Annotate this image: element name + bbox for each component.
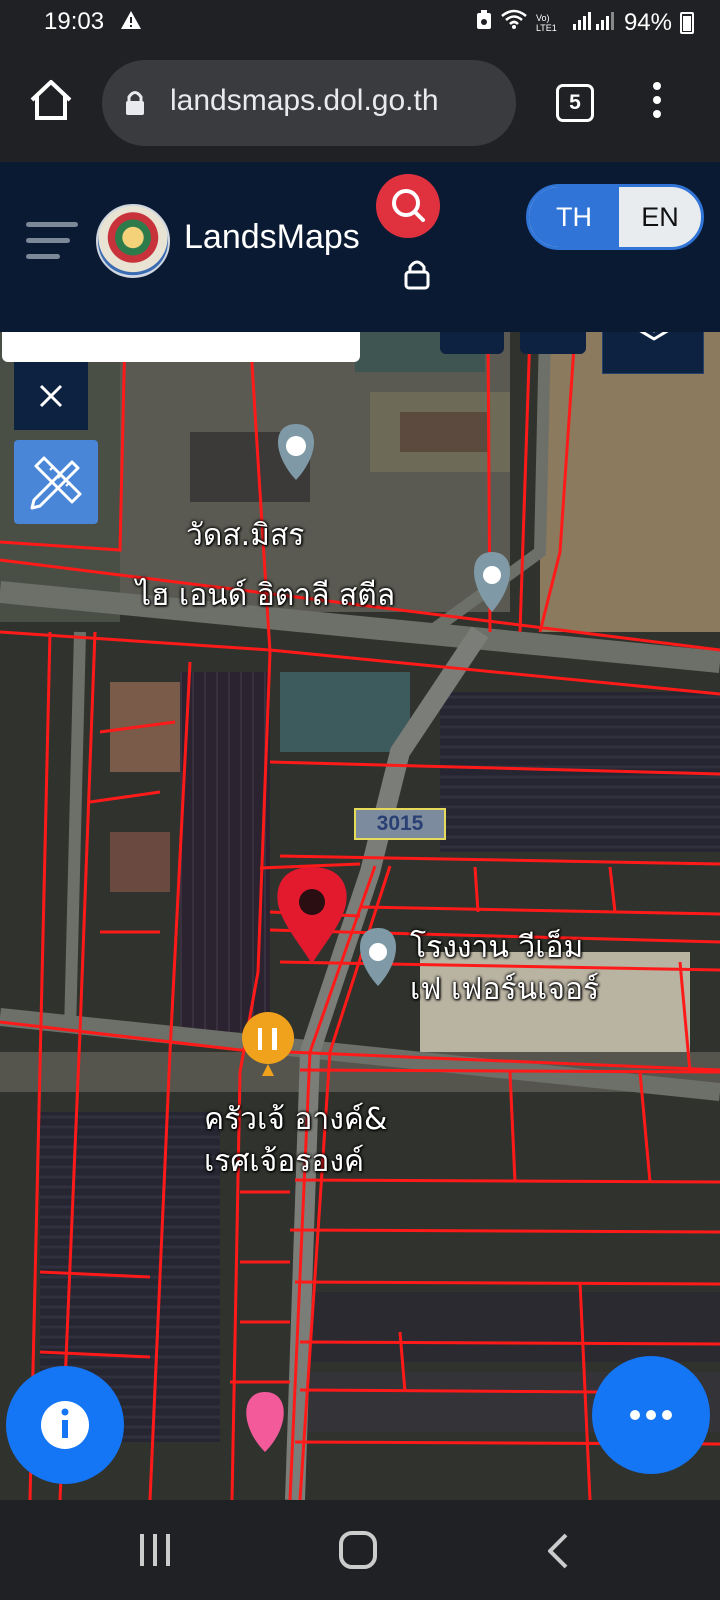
steel-company-label: ไฮ เอนด์ อิตาลี สตีล <box>136 578 396 613</box>
wifi-icon <box>500 8 528 37</box>
lang-th-option[interactable]: TH <box>529 187 619 247</box>
address-bar[interactable]: landsmaps.dol.go.th <box>102 60 516 146</box>
route-number-badge: 3015 <box>354 808 446 840</box>
lock-button[interactable] <box>402 258 432 294</box>
lock-icon <box>124 90 146 120</box>
layers-icon <box>639 332 669 341</box>
temple-label: วัดส.มิสร <box>186 518 305 553</box>
home-nav-button[interactable] <box>338 1530 378 1574</box>
battery-percent: 94% <box>623 8 672 36</box>
search-button[interactable] <box>376 174 440 238</box>
browser-toolbar: landsmaps.dol.go.th 5 <box>0 46 720 162</box>
hamburger-icon[interactable] <box>26 222 78 262</box>
back-button[interactable] <box>546 1532 570 1574</box>
search-icon <box>392 189 425 222</box>
network-label: Vo) LTE1 <box>535 12 557 33</box>
factory-label-line1: โรงงาน วีเอ็ม <box>410 930 584 965</box>
map-tool-button[interactable] <box>520 332 586 354</box>
brand-title: LandsMaps <box>184 218 360 256</box>
tab-switcher-button[interactable]: 5 <box>556 84 594 122</box>
warning-icon <box>120 10 142 35</box>
pencil-ruler-icon <box>30 456 82 510</box>
more-vert-icon[interactable] <box>650 82 664 126</box>
status-time: 19:03 <box>44 8 105 35</box>
battery-icon <box>680 11 694 34</box>
info-button[interactable] <box>6 1366 124 1484</box>
alarm-icon <box>476 9 492 37</box>
factory-label-line2: เฟ เฟอร์นเจอร์ <box>410 972 600 1007</box>
home-button[interactable] <box>28 78 76 126</box>
close-button[interactable] <box>14 362 88 430</box>
info-icon <box>41 1401 89 1449</box>
measure-button[interactable] <box>14 440 98 524</box>
home-nav-icon <box>339 1531 377 1569</box>
more-horiz-icon <box>630 1410 672 1420</box>
url-text: landsmaps.dol.go.th <box>170 84 439 117</box>
signal-icon <box>572 9 616 37</box>
back-icon <box>548 1533 568 1569</box>
lang-en-option[interactable]: EN <box>619 187 701 247</box>
system-nav-bar <box>0 1500 720 1600</box>
language-toggle[interactable]: TH EN <box>526 184 704 250</box>
more-button[interactable] <box>592 1356 710 1474</box>
restaurant-label-line2: เรศเจ้อรองค์ <box>204 1144 365 1179</box>
status-icons: Vo) LTE1 94% <box>476 8 694 37</box>
restaurant-label-line1: ครัวเจ้ อางค์& <box>204 1102 388 1137</box>
search-result-strip[interactable] <box>2 332 360 362</box>
satellite-map[interactable] <box>0 332 720 1500</box>
layers-button[interactable] <box>602 332 704 374</box>
status-bar: 19:03 Vo) LTE1 94% <box>0 0 720 46</box>
map-view[interactable]: วัดส.มิสร ไฮ เอนด์ อิตาลี สตีล โรงงาน วี… <box>0 332 720 1500</box>
app-header: LandsMaps TH EN <box>0 162 720 332</box>
department-logo <box>96 204 170 278</box>
close-icon <box>39 384 63 408</box>
recent-apps-button[interactable] <box>138 1532 172 1572</box>
map-tool-button[interactable] <box>440 332 504 354</box>
home-icon <box>30 80 72 120</box>
recent-apps-icon <box>140 1534 170 1566</box>
lock-icon <box>404 260 430 290</box>
